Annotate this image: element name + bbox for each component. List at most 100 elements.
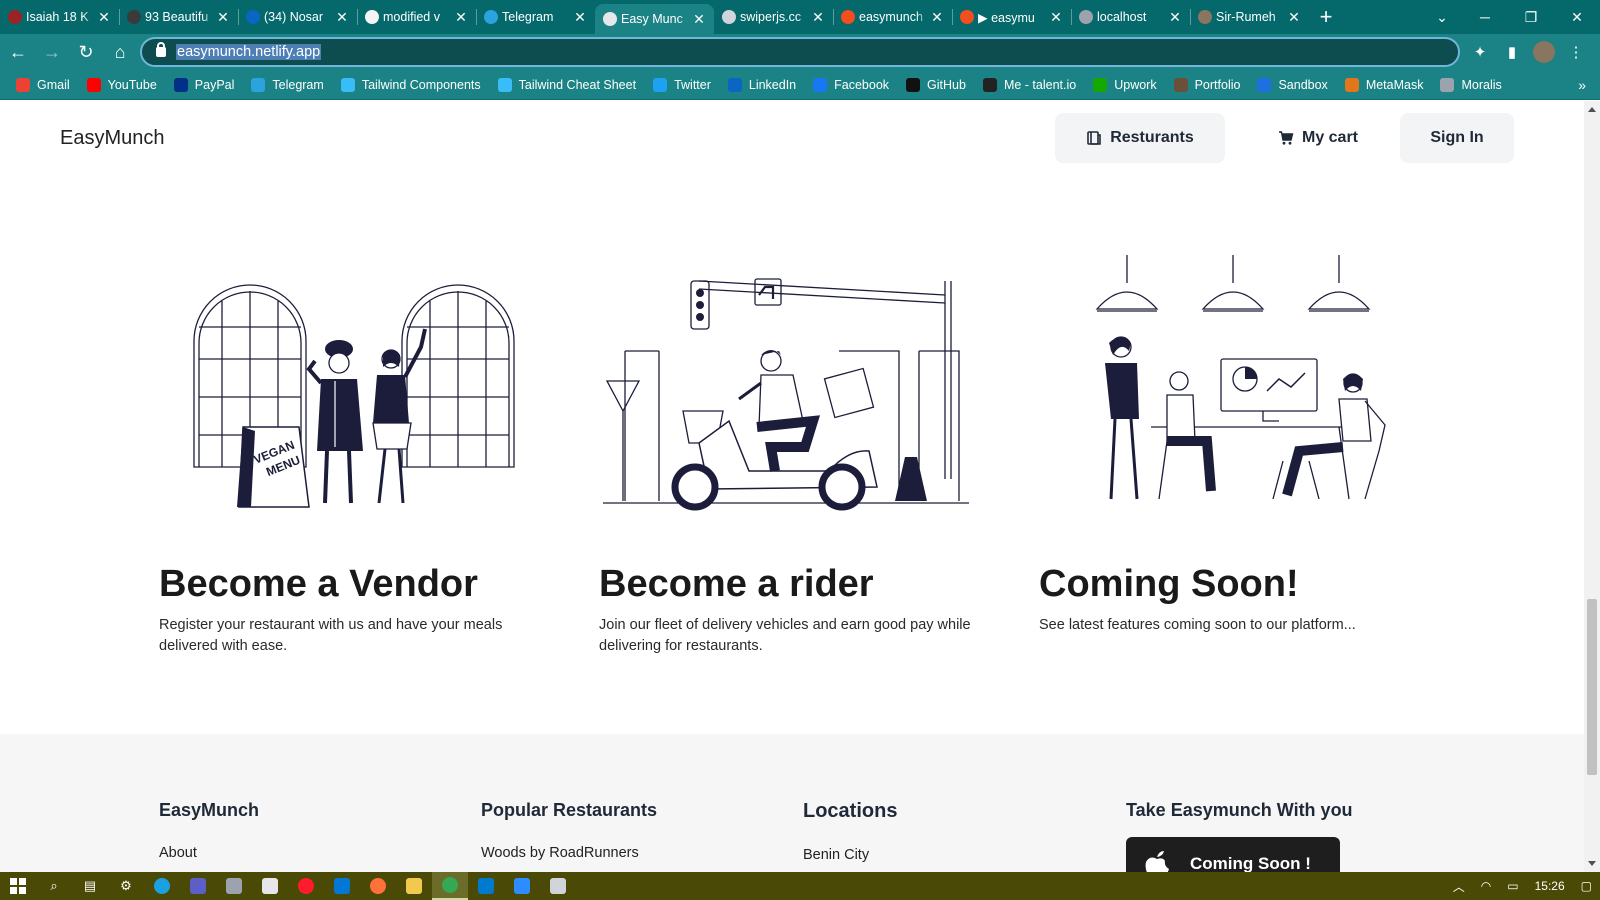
bookmarks-bar: Gmail YouTube PayPal Telegram Tailwind Compo… [0,70,1600,100]
system-tray: ︿ ◠ ▭ 15:26 ▢ [1445,872,1600,900]
browser-tab[interactable]: (34) Nosar ✕ [238,0,357,34]
notepad-icon[interactable] [252,872,288,900]
tab-search-chevron-icon[interactable]: ⌄ [1425,0,1459,34]
page-scrollbar[interactable] [1584,101,1600,872]
battery-icon[interactable]: ▭ [1507,879,1518,893]
zoom-icon[interactable] [504,872,540,900]
wifi-icon[interactable]: ◠ [1481,879,1491,893]
firefox-icon[interactable] [360,872,396,900]
bookmark-item[interactable]: PayPal [173,77,234,92]
cart-button[interactable]: My cart [1262,113,1374,163]
restaurants-button[interactable]: Resturants [1055,113,1225,163]
url-text[interactable]: easymunch.netlify.app [176,44,322,60]
tab-close-icon[interactable]: ✕ [573,9,587,26]
tab-close-icon[interactable]: ✕ [454,9,468,26]
browser-tab[interactable]: ▶ easymu ✕ [952,0,1071,34]
bookmark-item[interactable]: Twitter [653,77,711,92]
sign-in-button[interactable]: Sign In [1400,113,1514,163]
bookmark-item[interactable]: YouTube [86,77,157,92]
tab-close-icon[interactable]: ✕ [811,9,825,26]
home-icon[interactable]: ⌂ [104,36,136,68]
bookmark-item[interactable]: Tailwind Cheat Sheet [497,77,636,92]
close-window-icon[interactable]: ✕ [1554,0,1600,34]
mail-icon[interactable] [324,872,360,900]
file-explorer-icon[interactable] [396,872,432,900]
browser-tab[interactable]: Sir-Rumeh ✕ [1190,0,1309,34]
scrollbar-thumb[interactable] [1587,599,1597,775]
footer-col-app: Take Easymunch With you Coming Soon ! [1126,800,1353,872]
bookmark-item[interactable]: LinkedIn [727,77,796,92]
tab-close-icon[interactable]: ✕ [335,9,349,26]
bookmark-label: Facebook [834,77,890,92]
bookmark-item[interactable]: Facebook [813,77,890,92]
edge-browser-icon[interactable] [144,872,180,900]
site-footer: EasyMunch About Popular Restaurants Wood… [0,734,1584,872]
browser-tab[interactable]: Isaiah 18 K ✕ [0,0,119,34]
extensions-puzzle-icon[interactable]: ✦ [1464,36,1496,68]
tab-close-icon[interactable]: ✕ [1168,9,1182,26]
teams-icon[interactable] [180,872,216,900]
new-tab-button[interactable]: + [1309,0,1343,34]
profile-avatar[interactable] [1533,41,1555,63]
site-brand[interactable]: EasyMunch [60,127,165,150]
tab-active[interactable]: Easy Munc ✕ [595,4,714,34]
settings-gear-icon[interactable]: ⚙ [108,872,144,900]
tab-favicon-icon [960,10,974,24]
camera-icon[interactable] [216,872,252,900]
footer-link-restaurant[interactable]: Woods by RoadRunners [481,845,657,861]
footer-link-location[interactable]: Benin City [803,847,897,863]
coming-soon-title: Coming Soon! [1039,563,1299,605]
reload-icon[interactable]: ↻ [70,36,102,68]
window-controls: ─ ❐ ✕ [1462,0,1600,34]
back-arrow-icon[interactable]: ← [2,36,34,68]
app-store-button[interactable]: Coming Soon ! [1126,837,1340,872]
windows-start-icon[interactable] [0,872,36,900]
lock-icon[interactable] [156,42,166,57]
address-bar[interactable]: easymunch.netlify.app [140,37,1460,67]
bookmark-item[interactable]: Telegram [251,77,324,92]
task-view-icon[interactable]: ▤ [72,872,108,900]
side-panel-icon[interactable]: ▮ [1496,36,1528,68]
menu-kebab-icon[interactable]: ⋮ [1560,36,1592,68]
tab-close-icon[interactable]: ✕ [216,9,230,26]
browser-tab[interactable]: swiperjs.cc ✕ [714,0,833,34]
bookmark-item[interactable]: Moralis [1440,77,1502,92]
bookmark-favicon-icon [1440,77,1455,92]
bookmark-item[interactable]: Upwork [1093,77,1157,92]
calculator-icon[interactable] [540,872,576,900]
bookmark-favicon-icon [1093,77,1108,92]
clock[interactable]: 15:26 [1535,879,1565,893]
notifications-icon[interactable]: ▢ [1581,879,1592,893]
tab-favicon-icon [246,10,260,24]
bookmark-item[interactable]: Tailwind Components [340,77,481,92]
bookmark-item[interactable]: MetaMask [1344,77,1423,92]
taskbar-search-icon[interactable]: ⌕ [36,872,72,900]
tray-chevron-icon[interactable]: ︿ [1453,878,1465,895]
bookmark-item[interactable]: Me - talent.io [982,77,1076,92]
chrome-icon[interactable] [432,872,468,900]
tab-close-icon[interactable]: ✕ [1049,9,1063,26]
vscode-icon[interactable] [468,872,504,900]
restore-icon[interactable]: ❐ [1508,0,1554,34]
tab-close-icon[interactable]: ✕ [930,9,944,26]
minimize-icon[interactable]: ─ [1462,0,1508,34]
tab-close-icon[interactable]: ✕ [692,11,706,28]
footer-link-about[interactable]: About [159,845,259,861]
browser-tab[interactable]: Telegram ✕ [476,0,595,34]
scroll-down-arrow-icon[interactable] [1588,861,1596,866]
scroll-up-arrow-icon[interactable] [1588,107,1596,112]
browser-tab[interactable]: 93 Beautifu ✕ [119,0,238,34]
browser-tab[interactable]: easymunch ✕ [833,0,952,34]
bookmark-item[interactable]: Gmail [16,77,70,92]
opera-icon[interactable] [288,872,324,900]
bookmark-item[interactable]: Sandbox [1257,77,1328,92]
bookmark-item[interactable]: GitHub [906,77,966,92]
tab-close-icon[interactable]: ✕ [1287,9,1301,26]
browser-tab[interactable]: modified v ✕ [357,0,476,34]
tab-close-icon[interactable]: ✕ [97,9,111,26]
bookmark-item[interactable]: Portfolio [1173,77,1240,92]
footer-col-popular: Popular Restaurants Woods by RoadRunners [481,800,657,861]
forward-arrow-icon[interactable]: → [36,36,68,68]
browser-tab[interactable]: localhost ✕ [1071,0,1190,34]
bookmarks-overflow-icon[interactable]: » [1578,77,1586,93]
